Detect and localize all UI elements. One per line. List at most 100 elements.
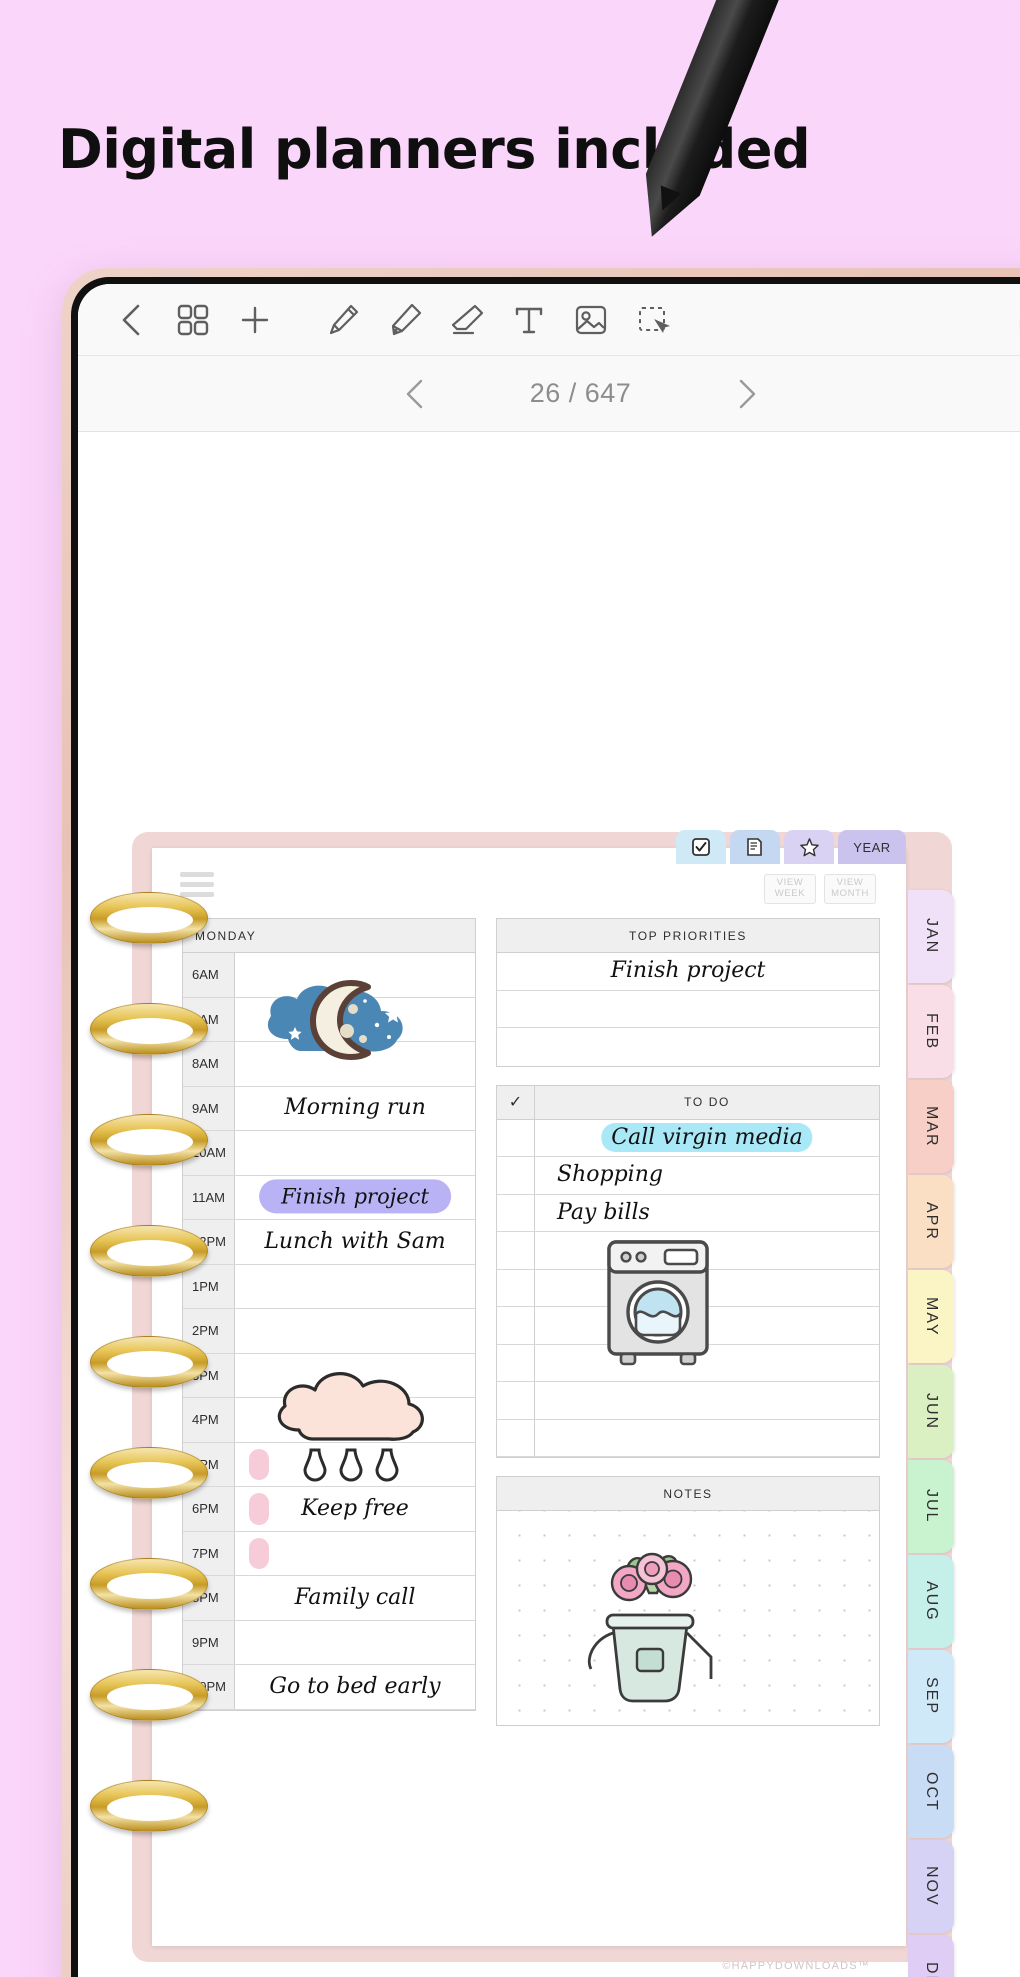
page-title: Digital planners included (58, 118, 811, 181)
tab-favourites[interactable] (784, 830, 834, 864)
tab-notes[interactable] (730, 830, 780, 864)
month-tab-jan[interactable]: JAN (908, 890, 954, 983)
month-tabs: JAN FEB MAR APR MAY JUN JUL AUG SEP OCT … (908, 890, 954, 1977)
schedule-row[interactable]: 9PM (183, 1620, 475, 1665)
page-indicator: 26 / 647 (529, 378, 632, 408)
schedule-entry[interactable]: Go to bed early (235, 1665, 475, 1709)
todo-row[interactable]: Shopping (497, 1157, 879, 1195)
month-tab-apr[interactable]: APR (908, 1175, 954, 1268)
month-tab-mar[interactable]: MAR (908, 1080, 954, 1173)
prev-page-button[interactable] (403, 378, 427, 410)
month-tab-oct[interactable]: OCT (908, 1745, 954, 1838)
lock-icon[interactable] (999, 289, 1020, 351)
spiral-ring (90, 1447, 208, 1499)
todo-checkbox[interactable] (497, 1119, 535, 1156)
schedule-row[interactable]: 6PM Keep free (183, 1487, 475, 1532)
schedule-entry[interactable] (235, 1265, 475, 1309)
schedule-row[interactable]: 2PM (183, 1309, 475, 1354)
tablet-bezel: 26 / 647 YEAR JAN FEB MAR APR MAY JUN JU… (71, 277, 1020, 1977)
todo-entry[interactable]: Pay bills (535, 1195, 879, 1232)
todo-checkbox[interactable] (497, 1419, 535, 1456)
schedule-entry[interactable] (235, 1131, 475, 1175)
schedule-entry[interactable]: Finish project (235, 1176, 475, 1220)
app-toolbar (78, 284, 1020, 356)
image-icon[interactable] (560, 289, 622, 351)
month-tab-jun[interactable]: JUN (908, 1365, 954, 1458)
schedule-row[interactable]: 8PM Family call (183, 1576, 475, 1621)
month-label: FEB (923, 1012, 940, 1051)
todo-checkbox[interactable] (497, 1307, 535, 1344)
priority-row[interactable]: Finish project (497, 953, 879, 991)
todo-checkbox[interactable] (497, 1269, 535, 1306)
eraser-icon[interactable] (436, 289, 498, 351)
todo-checkbox[interactable] (497, 1194, 535, 1231)
todo-entry[interactable] (535, 1420, 879, 1457)
todo-checkbox[interactable] (497, 1232, 535, 1269)
priority-row[interactable] (497, 1028, 879, 1066)
notes-area[interactable] (497, 1511, 879, 1725)
todo-row[interactable] (497, 1382, 879, 1420)
todo-row[interactable]: Call virgin media (497, 1119, 879, 1157)
month-label: JUN (923, 1392, 940, 1431)
schedule-entry[interactable] (235, 1309, 475, 1353)
todo-entry[interactable] (535, 1382, 879, 1419)
entry-text: Keep free (301, 1495, 409, 1521)
page-navigation-bar: 26 / 647 (78, 356, 1020, 432)
schedule-entry[interactable]: Morning run (235, 1087, 475, 1131)
next-page-button[interactable] (735, 378, 759, 410)
schedule-entry[interactable] (235, 1621, 475, 1665)
view-week-button[interactable]: VIEW WEEK (764, 874, 816, 904)
pink-highlight-bar (249, 1537, 269, 1569)
schedule-column: MONDAY 6AM 7AM 8AM 9AM Morning run 10AM 1… (182, 918, 476, 1924)
watering-can-flowers-sticker (587, 1552, 713, 1703)
back-chevron-icon[interactable] (100, 289, 162, 351)
text-icon[interactable] (498, 289, 560, 351)
todo-checkbox[interactable] (497, 1382, 535, 1419)
priority-row[interactable] (497, 991, 879, 1028)
todo-checkbox[interactable] (497, 1344, 535, 1381)
todo-check-column-icon: ✓ (497, 1085, 535, 1119)
highlighter-icon[interactable] (374, 289, 436, 351)
todo-entry[interactable]: Call virgin media (535, 1120, 879, 1157)
month-tab-may[interactable]: MAY (908, 1270, 954, 1363)
spiral-rings (90, 892, 220, 1902)
month-tab-dec[interactable]: DEC (908, 1935, 954, 1977)
month-tab-feb[interactable]: FEB (908, 985, 954, 1078)
spiral-ring (90, 892, 208, 944)
schedule-entry[interactable] (235, 1532, 475, 1576)
schedule-entry[interactable]: Keep free (235, 1487, 475, 1531)
todo-row[interactable]: Pay bills (497, 1194, 879, 1232)
todo-checkbox[interactable] (497, 1157, 535, 1194)
entry-pill: Finish project (259, 1179, 451, 1214)
schedule-entry[interactable]: Family call (235, 1576, 475, 1620)
month-label: DEC (922, 1962, 940, 1977)
month-tab-aug[interactable]: AUG (908, 1555, 954, 1648)
schedule-row[interactable]: 10PM Go to bed early (183, 1665, 475, 1710)
checkbox-icon (692, 838, 710, 856)
todo-row[interactable] (497, 1419, 879, 1457)
lasso-select-icon[interactable] (622, 289, 684, 351)
pencil-icon[interactable] (312, 289, 374, 351)
schedule-row[interactable]: 11AM Finish project (183, 1175, 475, 1220)
schedule-row[interactable]: 10AM (183, 1131, 475, 1176)
month-tab-jul[interactable]: JUL (908, 1460, 954, 1553)
month-tab-nov[interactable]: NOV (908, 1840, 954, 1933)
todo-entry[interactable]: Shopping (535, 1157, 879, 1194)
tab-checklist[interactable] (676, 830, 726, 864)
schedule-row[interactable]: 12PM Lunch with Sam (183, 1220, 475, 1265)
schedule-row[interactable]: 9AM Morning run (183, 1086, 475, 1131)
digital-planner: YEAR JAN FEB MAR APR MAY JUN JUL AUG SEP… (90, 830, 954, 1977)
schedule-entry[interactable]: Lunch with Sam (235, 1220, 475, 1264)
daily-schedule: MONDAY 6AM 7AM 8AM 9AM Morning run 10AM 1… (182, 918, 476, 1711)
todo-title: TO DO (684, 1095, 730, 1109)
schedule-row[interactable]: 1PM (183, 1264, 475, 1309)
tab-year[interactable]: YEAR (838, 830, 906, 864)
add-icon[interactable] (224, 289, 286, 351)
month-tab-sep[interactable]: SEP (908, 1650, 954, 1743)
grid-view-icon[interactable] (162, 289, 224, 351)
schedule-row[interactable]: 7PM (183, 1531, 475, 1576)
planner-page: VIEW WEEK VIEW MONTH MONDAY 6AM 7AM 8AM … (152, 848, 906, 1972)
view-month-button[interactable]: VIEW MONTH (824, 874, 876, 904)
entry-text: Go to bed early (269, 1673, 441, 1699)
month-label: AUG (923, 1581, 940, 1622)
